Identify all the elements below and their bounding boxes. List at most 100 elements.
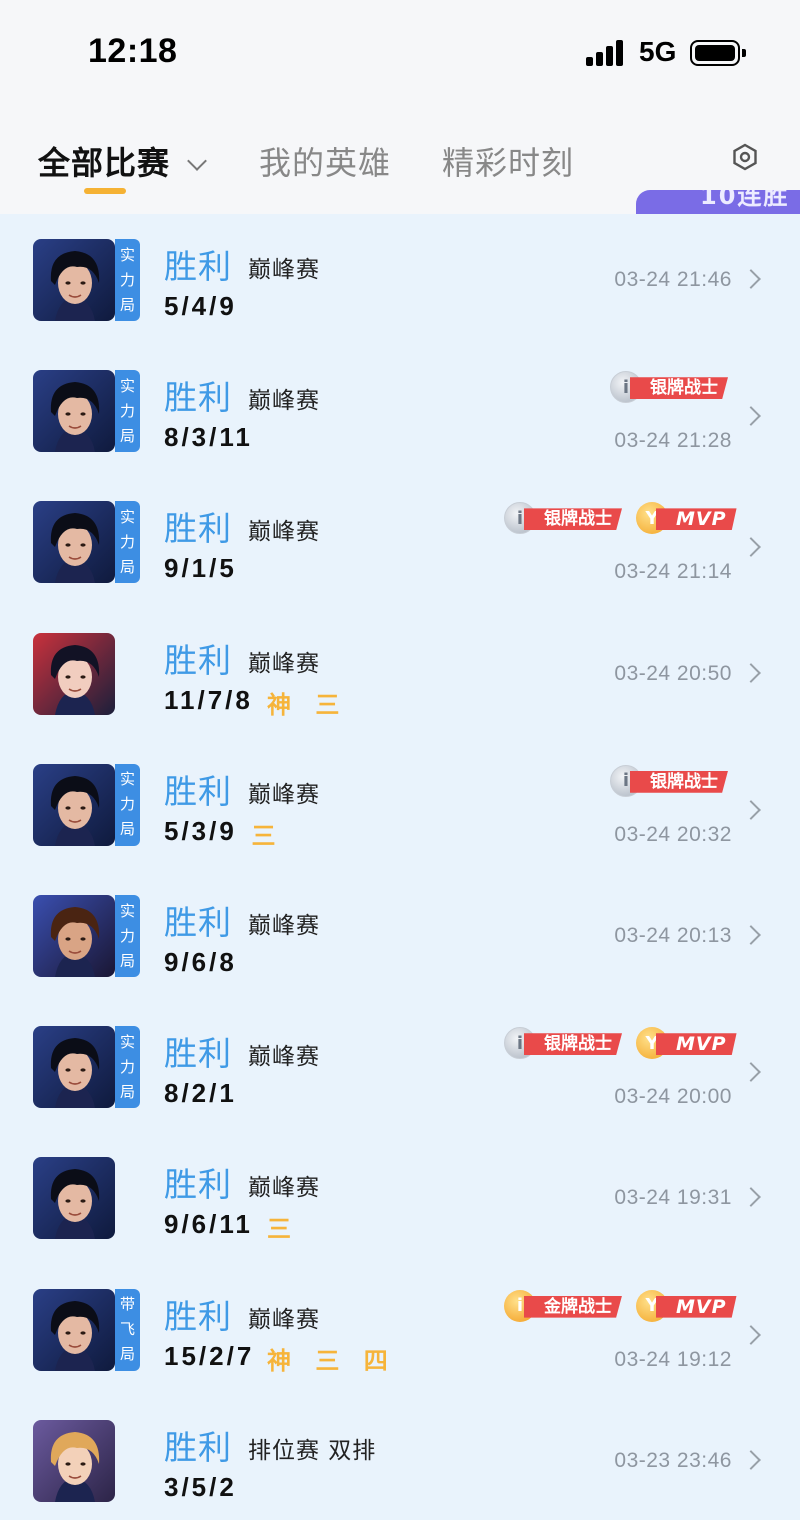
match-result: 胜利 xyxy=(164,771,232,811)
hexagon-settings-icon[interactable] xyxy=(730,142,760,172)
win-streak-badge: 10连胜 xyxy=(636,190,800,214)
hero-avatar xyxy=(33,1157,115,1240)
match-quality-tag: 带飞局 xyxy=(115,1288,140,1371)
hero-portrait-icon xyxy=(33,763,115,846)
tag-char: 力 xyxy=(119,1057,135,1076)
match-time: 03-24 20:32 xyxy=(614,822,732,846)
honor-marks: 神 三 四 xyxy=(267,1346,396,1375)
match-row[interactable]: 带飞局胜利 巅峰赛 15/2/7 神 三 四 Y MVP i 金牌战士 03-24 19:12 xyxy=(0,1264,800,1395)
tab-my-heroes[interactable]: 我的英雄 xyxy=(259,138,391,184)
chevron-right-icon[interactable] xyxy=(741,406,761,427)
match-mode: 巅峰赛 xyxy=(248,913,320,939)
match-row[interactable]: 实力局胜利 巅峰赛 8/3/11 i 银牌战士 03-24 21:28 xyxy=(0,345,800,476)
badge-label: 金牌战士 xyxy=(524,1295,622,1318)
match-mode: 巅峰赛 xyxy=(248,1044,320,1071)
match-mode: 巅峰赛 xyxy=(248,519,320,546)
badge-label: MVP xyxy=(656,508,737,531)
match-row[interactable]: 实力局胜利 巅峰赛 8/2/1 Y MVP i 银牌战士 03-24 20:00 xyxy=(0,1001,800,1132)
match-time: 03-24 20:00 xyxy=(614,1085,732,1109)
hero-portrait-icon xyxy=(33,895,115,977)
match-row[interactable]: 实力局胜利 巅峰赛 5/3/9 三 i 银牌战士 03-24 20:32 xyxy=(0,739,800,870)
tag-char: 力 xyxy=(119,795,135,814)
kda-score: 5/4/9 xyxy=(164,291,237,321)
silver-warrior-badge: i 银牌战士 xyxy=(610,371,732,404)
match-mode: 巅峰赛 xyxy=(248,388,320,415)
tag-char: 局 xyxy=(119,426,135,445)
hero-portrait-icon xyxy=(33,370,115,453)
kda-score: 9/6/11 xyxy=(164,1209,253,1240)
tag-char: 实 xyxy=(119,507,135,526)
match-time: 03-24 20:50 xyxy=(614,661,732,685)
match-time: 03-24 19:31 xyxy=(614,1186,732,1210)
match-mode: 巅峰赛 xyxy=(248,781,320,808)
match-time: 03-24 20:13 xyxy=(614,924,732,947)
chevron-right-icon[interactable] xyxy=(741,1324,761,1345)
match-row[interactable]: 实力局胜利 巅峰赛 9/1/5 Y MVP i 银牌战士 03-24 21:14 xyxy=(0,476,800,607)
silver-warrior-badge: i 银牌战士 xyxy=(610,764,732,797)
match-result: 胜利 xyxy=(164,640,232,680)
badge-label: 银牌战士 xyxy=(630,770,728,793)
chevron-right-icon[interactable] xyxy=(741,1187,761,1208)
match-mode: 巅峰赛 xyxy=(248,1175,320,1202)
match-result: 胜利 xyxy=(164,903,232,942)
status-time: 12:18 xyxy=(88,32,178,70)
mvp-badge: Y MVP xyxy=(636,502,737,535)
hero-portrait-icon xyxy=(33,632,115,715)
kda-score: 5/3/9 xyxy=(164,815,237,846)
badge-label: MVP xyxy=(656,1033,737,1056)
match-quality-tag: 实力局 xyxy=(115,1026,140,1109)
hero-avatar xyxy=(33,239,115,321)
mvp-badge: Y MVP xyxy=(636,1027,737,1060)
hero-portrait-icon xyxy=(33,1419,115,1502)
kda-score: 15/2/7 xyxy=(164,1340,255,1371)
tag-char: 实 xyxy=(119,245,135,264)
hero-avatar xyxy=(33,895,115,977)
tag-char: 飞 xyxy=(119,1320,135,1339)
chevron-right-icon[interactable] xyxy=(741,269,761,289)
match-result: 胜利 xyxy=(164,378,232,418)
badge-label: 银牌战士 xyxy=(630,377,728,400)
match-quality-tag: 实力局 xyxy=(115,895,140,977)
badge-label: 银牌战士 xyxy=(524,1033,622,1056)
tag-char: 实 xyxy=(119,770,135,789)
mvp-badge: Y MVP xyxy=(636,1289,737,1322)
match-result: 胜利 xyxy=(164,1427,232,1467)
match-time: 03-24 21:46 xyxy=(614,268,732,291)
tab-all-matches[interactable]: 全部比赛 xyxy=(38,138,170,184)
chevron-right-icon[interactable] xyxy=(741,537,761,558)
badge-label: 银牌战士 xyxy=(524,508,622,531)
chevron-right-icon[interactable] xyxy=(741,1062,761,1083)
chevron-down-icon[interactable] xyxy=(187,151,207,171)
match-time: 03-24 21:14 xyxy=(614,560,732,584)
silver-warrior-badge: i 银牌战士 xyxy=(504,1027,626,1060)
tag-char: 局 xyxy=(119,295,135,314)
tag-char: 实 xyxy=(119,376,135,395)
chevron-right-icon[interactable] xyxy=(741,799,761,820)
hero-avatar xyxy=(33,632,115,715)
tag-char: 实 xyxy=(119,1032,135,1051)
match-row[interactable]: 胜利 巅峰赛 9/6/11 三 03-24 19:31 xyxy=(0,1132,800,1263)
tab-highlights[interactable]: 精彩时刻 xyxy=(442,138,574,184)
hero-portrait-icon xyxy=(33,239,115,321)
kda-score: 8/2/1 xyxy=(164,1078,237,1109)
chevron-right-icon[interactable] xyxy=(741,925,761,945)
kda-score: 8/3/11 xyxy=(164,422,253,453)
hero-portrait-icon xyxy=(33,501,115,584)
tag-char: 局 xyxy=(119,951,135,970)
tag-char: 带 xyxy=(119,1295,135,1314)
match-row[interactable]: 胜利 巅峰赛 11/7/8 神 三 03-24 20:50 xyxy=(0,608,800,739)
match-row[interactable]: 实力局胜利 巅峰赛 5/4/9 03-24 21:46 xyxy=(0,214,800,345)
battery-icon xyxy=(690,40,746,66)
badge-label: MVP xyxy=(656,1295,737,1318)
match-result: 胜利 xyxy=(164,1034,232,1074)
match-row[interactable]: 胜利 排位赛 双排 3/5/2 03-23 23:46 xyxy=(0,1395,800,1520)
match-quality-tag: 实力局 xyxy=(115,239,140,321)
hero-avatar xyxy=(33,763,115,846)
chevron-right-icon[interactable] xyxy=(741,662,761,683)
match-time: 03-24 19:12 xyxy=(614,1347,732,1371)
match-result: 胜利 xyxy=(164,1296,232,1336)
hero-portrait-icon xyxy=(33,1288,115,1371)
chevron-right-icon[interactable] xyxy=(741,1449,761,1470)
tag-char: 力 xyxy=(119,532,135,551)
match-row[interactable]: 实力局胜利 巅峰赛 9/6/8 03-24 20:13 xyxy=(0,870,800,1001)
